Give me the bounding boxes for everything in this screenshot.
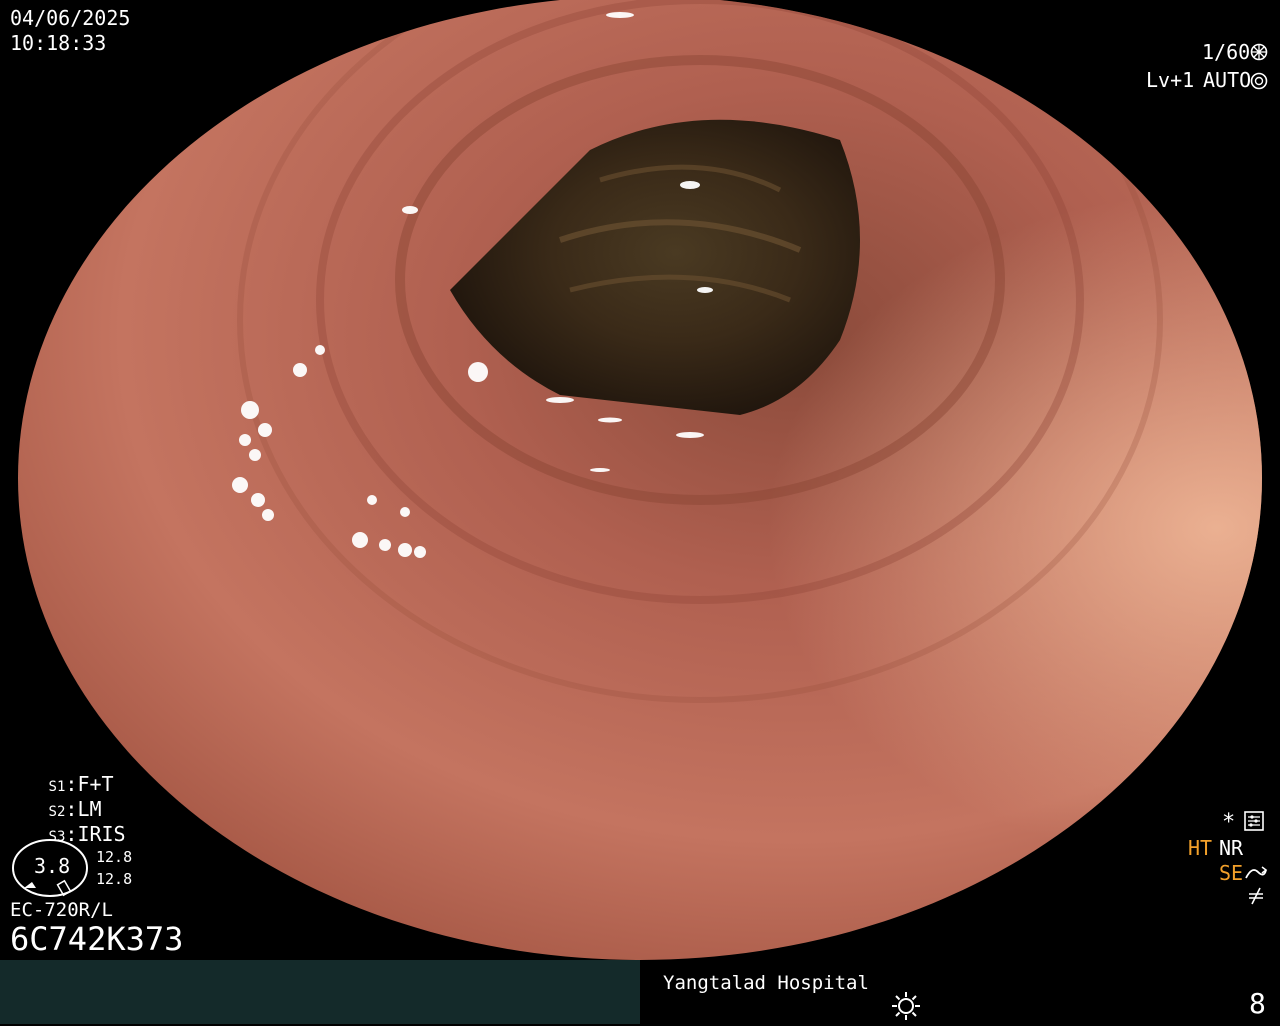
hospital-name: Yangtalad Hospital — [663, 972, 869, 994]
endoscope-view — [18, 0, 1262, 960]
settings-icon — [1244, 811, 1264, 831]
zoom-ref-2: 12.8 — [96, 870, 133, 888]
ht-indicator: HT — [1188, 836, 1213, 860]
curve-icon — [1244, 864, 1268, 882]
filter-off-icon — [1246, 886, 1266, 906]
asterisk-indicator: * — [1222, 810, 1236, 835]
time-label: 10:18:33 — [10, 31, 107, 55]
preset-item-s3: S3:IRIS — [48, 822, 126, 846]
se-indicator: SE — [1219, 861, 1244, 885]
preset-item-s1: S1:F+T — [48, 772, 114, 796]
shutter-icon — [1250, 43, 1268, 61]
level-label: Lv+1 — [1146, 68, 1195, 92]
scope-model: EC-720R/L — [10, 899, 113, 921]
bottom-bar: Yangtalad Hospital 8 — [0, 960, 1280, 1024]
shutter-label: 1/60 — [1202, 40, 1251, 64]
zoom-value: 3.8 — [34, 854, 71, 878]
iris-mode-label: AUTO — [1203, 68, 1252, 92]
zoom-ref-1: 12.8 — [96, 848, 133, 866]
nr-indicator: NR — [1219, 836, 1244, 860]
scope-serial: 6C742K373 — [10, 920, 184, 958]
sun-icon — [890, 990, 922, 1022]
preset-list: S1:F+T S2:LM S3:IRIS — [10, 758, 126, 846]
footer-number: 8 — [1249, 987, 1266, 1020]
bottom-bar-left-panel — [0, 960, 640, 1024]
iris-icon — [1250, 72, 1268, 90]
preset-item-s2: S2:LM — [48, 797, 102, 821]
date-label: 04/06/2025 — [10, 6, 131, 30]
